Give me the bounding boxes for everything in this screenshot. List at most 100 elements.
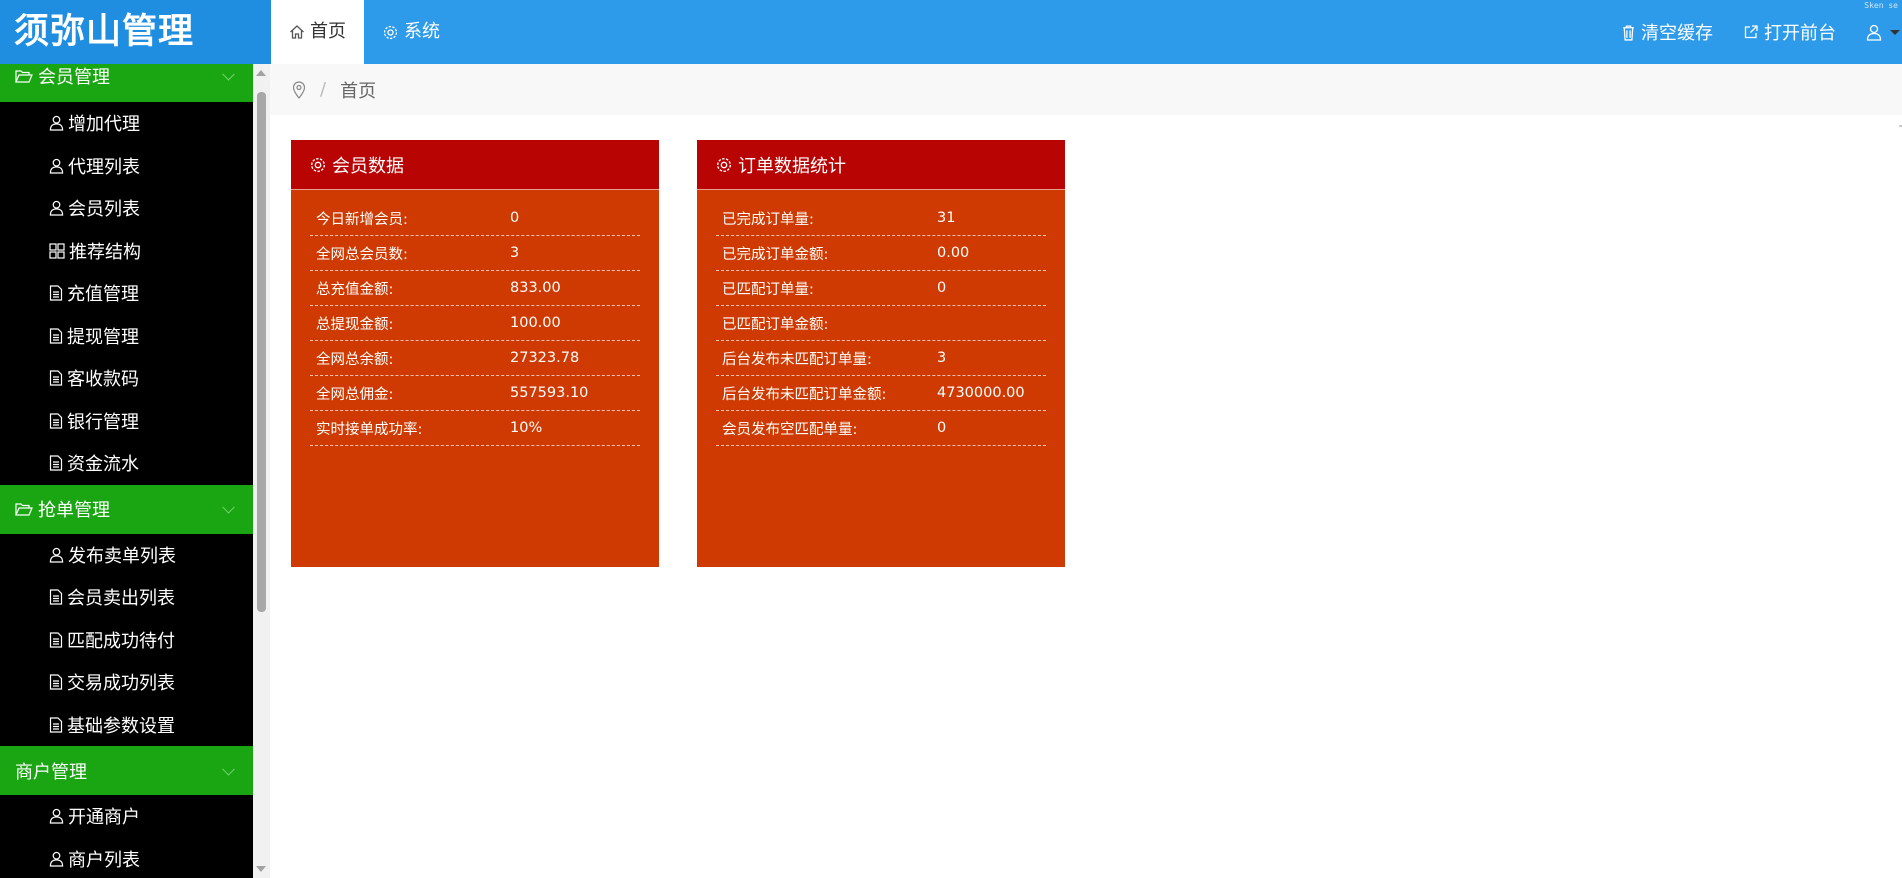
stat-label: 实时接单成功率: bbox=[316, 421, 423, 438]
sidebar-group-members[interactable]: 会员管理 bbox=[0, 64, 253, 102]
chevron-down-icon bbox=[222, 67, 235, 81]
tab-system[interactable]: 系统 bbox=[364, 0, 458, 64]
stat-value: 0 bbox=[937, 420, 947, 436]
panel-title: 订单数据统计 bbox=[738, 155, 846, 177]
order-stats-panel: 订单数据统计 已完成订单量: 31 已完成订单金额: 0.00 已匹配订单量: … bbox=[697, 140, 1065, 567]
sidebar-item-label: 开通商户 bbox=[68, 807, 140, 829]
stat-value: 100.00 bbox=[510, 315, 561, 331]
member-data-panel: 会员数据 今日新增会员: 0 全网总会员数: 3 总充值金额: 833.00 总… bbox=[291, 140, 659, 567]
stat-row: 今日新增会员: 0 bbox=[310, 201, 640, 236]
sidebar-item-merchant-list[interactable]: 商户列表 bbox=[0, 838, 253, 878]
sidebar-item-label: 发布卖单列表 bbox=[68, 545, 176, 567]
gear-icon bbox=[383, 25, 398, 39]
sidebar-item-matched-pending[interactable]: 匹配成功待付 bbox=[0, 619, 253, 662]
top-actions: 清空缓存 打开前台 bbox=[1606, 0, 1902, 64]
top-nav: 首页 系统 bbox=[271, 0, 458, 64]
stat-label: 全网总会员数: bbox=[316, 246, 408, 263]
sidebar-item-agent-list[interactable]: 代理列表 bbox=[0, 145, 253, 188]
stat-value: 3 bbox=[510, 245, 520, 261]
stat-label: 后台发布未匹配订单量: bbox=[722, 351, 872, 368]
sidebar-item-label: 交易成功列表 bbox=[67, 673, 175, 695]
sidebar-group-orders[interactable]: 抢单管理 bbox=[0, 484, 253, 534]
stat-row: 会员发布空匹配单量: 0 bbox=[716, 411, 1046, 446]
stat-value: 557593.10 bbox=[510, 385, 589, 401]
panel-body: 今日新增会员: 0 全网总会员数: 3 总充值金额: 833.00 总提现金额:… bbox=[291, 190, 659, 446]
sidebar-item-successful-trades[interactable]: 交易成功列表 bbox=[0, 661, 253, 704]
breadcrumb: / 首页 bbox=[270, 64, 1902, 115]
sidebar-item-basic-settings[interactable]: 基础参数设置 bbox=[0, 704, 253, 747]
stat-label: 总提现金额: bbox=[316, 316, 394, 333]
sidebar-item-fund-flow[interactable]: 资金流水 bbox=[0, 442, 253, 485]
sidebar-item-label: 客收款码 bbox=[67, 369, 139, 391]
user-icon bbox=[1866, 24, 1882, 41]
document-icon bbox=[49, 632, 63, 648]
document-icon bbox=[49, 674, 63, 690]
stat-row: 后台发布未匹配订单金额: 4730000.00 bbox=[716, 376, 1046, 411]
stat-row: 全网总佣金: 557593.10 bbox=[310, 376, 640, 411]
stat-value: 3 bbox=[937, 350, 947, 366]
sidebar-item-label: 匹配成功待付 bbox=[67, 630, 175, 652]
external-link-icon bbox=[1744, 25, 1758, 39]
stat-row: 总提现金额: 100.00 bbox=[310, 306, 640, 341]
sidebar-scrollbar[interactable] bbox=[253, 64, 270, 878]
stat-label: 会员发布空匹配单量: bbox=[722, 421, 858, 438]
document-icon bbox=[49, 285, 63, 301]
sidebar-item-withdraw[interactable]: 提现管理 bbox=[0, 315, 253, 358]
stat-label: 已匹配订单量: bbox=[722, 281, 814, 298]
sidebar-item-payment-code[interactable]: 客收款码 bbox=[0, 357, 253, 400]
open-frontend-button[interactable]: 打开前台 bbox=[1728, 0, 1851, 64]
stat-value: 10% bbox=[510, 420, 543, 436]
sidebar-item-label: 充值管理 bbox=[67, 284, 139, 306]
sidebar-list-merchants: 开通商户 商户列表 bbox=[0, 795, 253, 878]
sidebar-item-label: 基础参数设置 bbox=[67, 715, 175, 737]
sidebar-item-sell-orders[interactable]: 发布卖单列表 bbox=[0, 534, 253, 577]
sidebar-item-bank[interactable]: 银行管理 bbox=[0, 400, 253, 443]
sidebar-list-orders: 发布卖单列表 会员卖出列表 匹配成功待付 交易成功列表 基础参数设置 bbox=[0, 534, 253, 747]
scroll-thumb[interactable] bbox=[257, 92, 266, 612]
clear-cache-label: 清空缓存 bbox=[1641, 23, 1713, 44]
clear-cache-button[interactable]: 清空缓存 bbox=[1606, 0, 1728, 64]
breadcrumb-current[interactable]: 首页 bbox=[340, 77, 376, 103]
stat-label: 已完成订单量: bbox=[722, 211, 814, 228]
stat-label: 全网总佣金: bbox=[316, 386, 394, 403]
stat-label: 已完成订单金额: bbox=[722, 246, 829, 263]
trash-icon bbox=[1623, 24, 1634, 41]
sidebar-item-recharge[interactable]: 充值管理 bbox=[0, 272, 253, 315]
app-logo[interactable]: 须弥山管理 bbox=[0, 0, 271, 64]
scroll-down-icon[interactable] bbox=[256, 866, 266, 872]
sidebar-item-open-merchant[interactable]: 开通商户 bbox=[0, 795, 253, 838]
sidebar-list-members: 增加代理 代理列表 会员列表 推荐结构 充值管理 提现管理 客收款码 银行管理 bbox=[0, 102, 253, 485]
stat-label: 全网总余额: bbox=[316, 351, 394, 368]
stat-row: 已匹配订单金额: bbox=[716, 306, 1046, 341]
sidebar-item-member-sells[interactable]: 会员卖出列表 bbox=[0, 576, 253, 619]
sidebar-item-label: 银行管理 bbox=[67, 411, 139, 433]
document-icon bbox=[49, 717, 63, 733]
watermark-text: Sken se bbox=[1864, 1, 1898, 10]
sidebar-item-referral-structure[interactable]: 推荐结构 bbox=[0, 230, 253, 273]
panel-title: 会员数据 bbox=[332, 155, 404, 177]
gear-icon bbox=[311, 157, 325, 172]
stat-row: 全网总会员数: 3 bbox=[310, 236, 640, 271]
sidebar-group-members-inner: 会员管理 bbox=[15, 64, 110, 88]
sidebar-item-label: 商户列表 bbox=[68, 849, 140, 871]
document-icon bbox=[49, 328, 63, 344]
tab-home[interactable]: 首页 bbox=[271, 0, 364, 64]
sidebar-item-label: 推荐结构 bbox=[69, 241, 141, 263]
sidebar-group-merchants[interactable]: 商户管理 bbox=[0, 746, 253, 795]
user-icon bbox=[49, 851, 64, 867]
stat-value: 0 bbox=[510, 210, 520, 226]
stat-row: 已完成订单金额: 0.00 bbox=[716, 236, 1046, 271]
user-icon bbox=[49, 116, 64, 131]
sidebar: 会员管理 增加代理 代理列表 会员列表 推荐结构 充值管理 提现管理 客收款码 … bbox=[0, 64, 253, 878]
breadcrumb-separator: / bbox=[320, 79, 327, 100]
stat-label: 后台发布未匹配订单金额: bbox=[722, 386, 887, 403]
sidebar-item-member-list[interactable]: 会员列表 bbox=[0, 187, 253, 230]
scroll-up-icon[interactable] bbox=[256, 70, 266, 76]
panel-body: 已完成订单量: 31 已完成订单金额: 0.00 已匹配订单量: 0 已匹配订单… bbox=[697, 190, 1065, 446]
stat-row: 全网总余额: 27323.78 bbox=[310, 341, 640, 376]
sidebar-item-label: 提现管理 bbox=[67, 326, 139, 348]
stat-value: 833.00 bbox=[510, 280, 561, 296]
sidebar-item-add-agent[interactable]: 增加代理 bbox=[0, 102, 253, 145]
folder-open-icon bbox=[15, 502, 33, 516]
user-icon bbox=[49, 547, 64, 563]
